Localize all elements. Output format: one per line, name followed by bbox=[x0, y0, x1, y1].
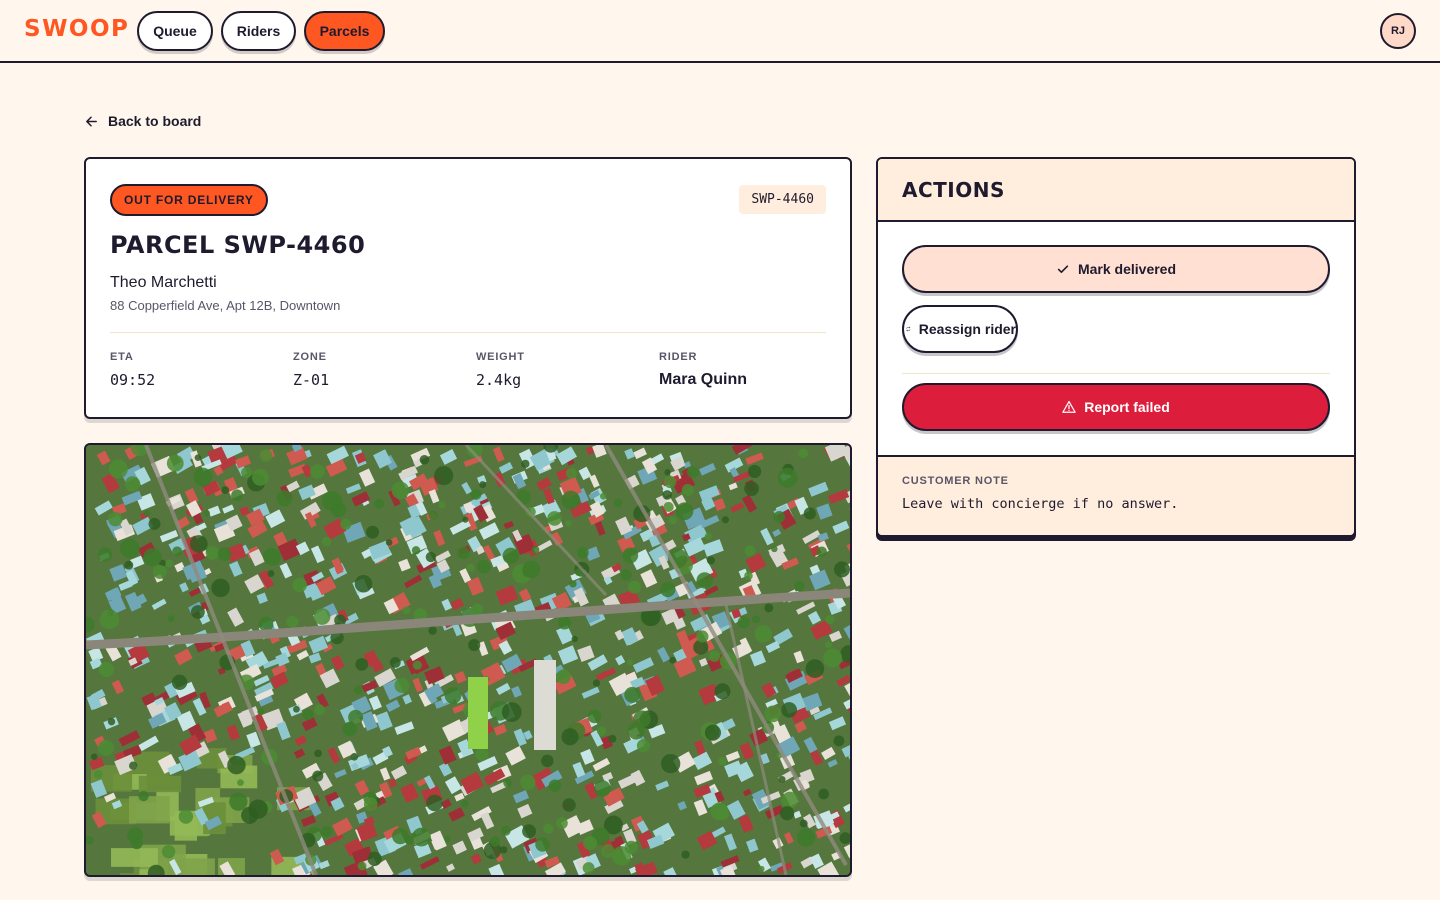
report-failed-button[interactable]: Report failed bbox=[902, 383, 1330, 431]
meta-weight-label: WEIGHT bbox=[476, 351, 525, 363]
meta-zone-value: Z-01 bbox=[293, 371, 330, 389]
recipient-name: Theo Marchetti bbox=[110, 274, 217, 291]
aerial-map-graphic bbox=[86, 445, 850, 875]
swoop-logo[interactable]: SWOOP bbox=[24, 16, 129, 42]
status-badge: OUT FOR DELIVERY bbox=[110, 184, 268, 216]
tab-queue[interactable]: Queue bbox=[137, 11, 213, 51]
meta-zone-label: ZONE bbox=[293, 351, 327, 363]
card-divider bbox=[110, 332, 826, 333]
meta-rider: RIDER Mara Quinn bbox=[659, 351, 747, 389]
customer-note-text: Leave with concierge if no answer. bbox=[902, 496, 1179, 512]
customer-note: CUSTOMER NOTE Leave with concierge if no… bbox=[878, 455, 1354, 535]
meta-eta-label: ETA bbox=[110, 351, 134, 363]
arrow-left-icon bbox=[86, 116, 97, 126]
customer-note-label: CUSTOMER NOTE bbox=[902, 475, 1009, 487]
parcel-card: OUT FOR DELIVERY SWP-4460 PARCEL SWP-446… bbox=[84, 157, 852, 419]
tab-riders[interactable]: Riders bbox=[221, 11, 296, 51]
recipient-address: 88 Copperfield Ave, Apt 12B, Downtown bbox=[110, 298, 341, 313]
meta-weight: WEIGHT 2.4kg bbox=[476, 351, 525, 389]
check-icon bbox=[1057, 265, 1069, 274]
swap-icon bbox=[906, 326, 911, 332]
top-bar: SWOOP Queue Riders Parcels RJ bbox=[0, 0, 1440, 63]
reassign-rider-button[interactable]: Reassign rider bbox=[902, 305, 1018, 353]
meta-rider-value: Mara Quinn bbox=[659, 371, 748, 388]
meta-rider-label: RIDER bbox=[659, 351, 698, 363]
reassign-rider-label: Reassign rider bbox=[918, 321, 1016, 337]
meta-weight-value: 2.4kg bbox=[476, 371, 522, 389]
parcel-code-chip: SWP-4460 bbox=[739, 185, 826, 214]
meta-eta-value: 09:52 bbox=[110, 371, 156, 389]
report-failed-label: Report failed bbox=[1084, 399, 1170, 415]
aerial-map-image bbox=[84, 443, 852, 877]
mark-delivered-button[interactable]: Mark delivered bbox=[902, 245, 1330, 293]
tab-parcels[interactable]: Parcels bbox=[304, 11, 385, 51]
meta-eta: ETA 09:52 bbox=[110, 351, 155, 389]
actions-title: ACTIONS bbox=[878, 159, 1354, 222]
warning-icon bbox=[1062, 400, 1076, 413]
actions-divider bbox=[902, 373, 1330, 374]
back-link-label: Back to board bbox=[108, 113, 202, 129]
mark-delivered-label: Mark delivered bbox=[1077, 261, 1177, 277]
user-avatar[interactable]: RJ bbox=[1380, 13, 1416, 49]
actions-panel: ACTIONS Mark delivered Reassign rider Re… bbox=[876, 157, 1356, 537]
parcel-title: PARCEL SWP-4460 bbox=[110, 231, 366, 259]
back-to-board-link[interactable]: Back to board bbox=[84, 113, 201, 129]
meta-zone: ZONE Z-01 bbox=[293, 351, 329, 389]
